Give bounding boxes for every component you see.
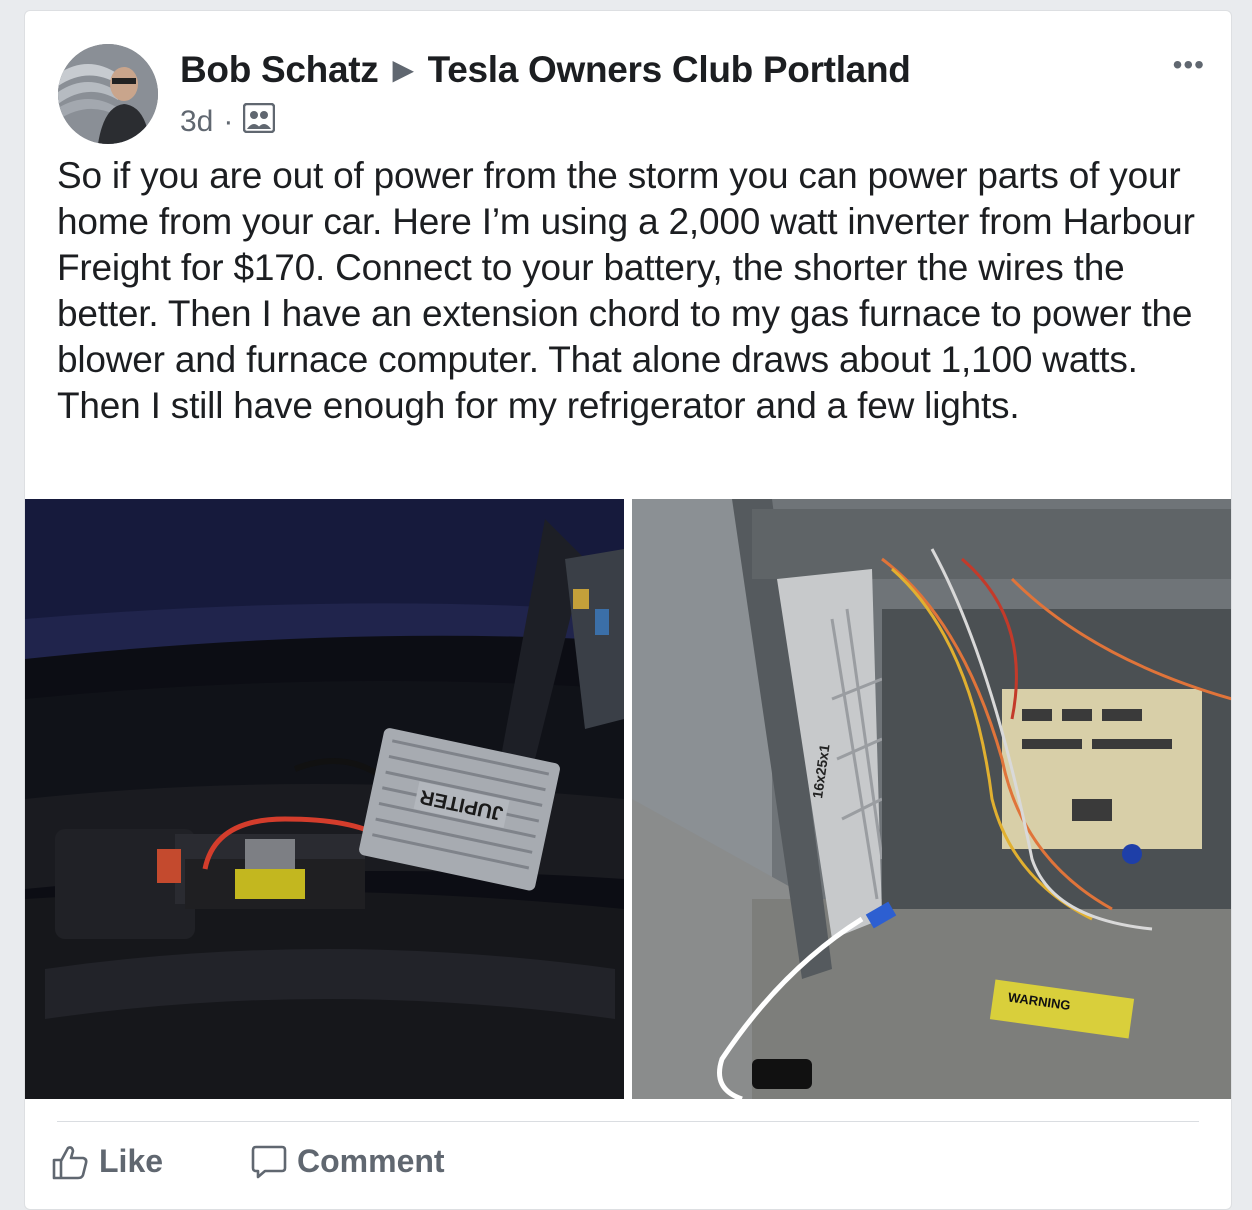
comment-icon [251,1145,287,1178]
thumbs-up-icon [52,1145,88,1179]
photo-furnace[interactable]: 16x25x1 WARNING [632,499,1231,1099]
actions-divider [57,1121,1199,1122]
post-meta: 3d · [180,102,276,141]
more-options-icon[interactable]: ••• [1173,49,1205,81]
photo-car-inverter[interactable]: JUPITER [25,499,624,1099]
group-icon [243,102,276,141]
arrow-right-icon: ▶ [392,54,414,85]
author-name[interactable]: Bob Schatz [180,49,379,90]
group-name[interactable]: Tesla Owners Club Portland [428,49,911,90]
comment-label: Comment [297,1143,445,1179]
avatar[interactable] [58,44,158,144]
avatar-image [58,44,158,144]
post-body: So if you are out of power from the stor… [57,155,1195,426]
post-header: Bob Schatz ▶ Tesla Owners Club Portland [180,49,911,91]
post-card: Bob Schatz ▶ Tesla Owners Club Portland … [24,10,1232,1210]
post-timestamp[interactable]: 3d [180,105,213,139]
comment-button[interactable]: Comment [251,1143,445,1180]
meta-separator: · [223,105,234,138]
like-label: Like [99,1143,164,1179]
like-button[interactable]: Like [51,1143,163,1180]
